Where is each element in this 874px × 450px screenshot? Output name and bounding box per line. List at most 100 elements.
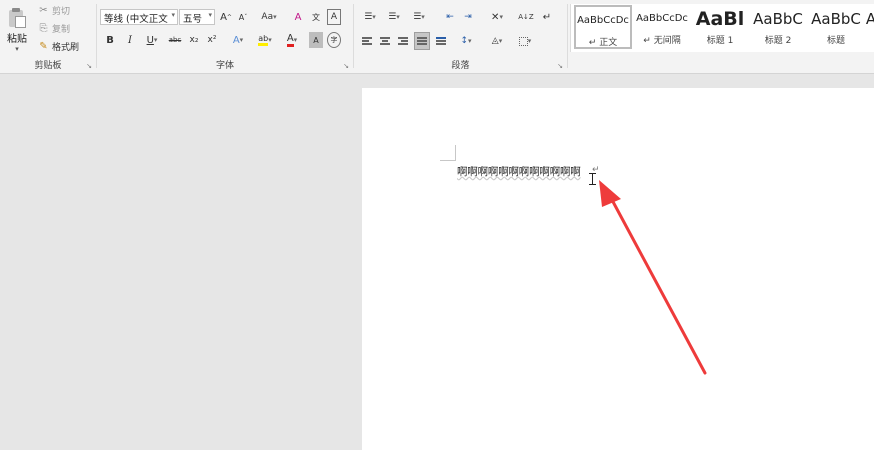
style-title[interactable]: AaBbC 标题 — [807, 5, 865, 49]
style-name: ↵ 无间隔 — [643, 36, 681, 46]
line-spacing-icon: ↕ — [460, 36, 469, 46]
font-name-combo[interactable]: 等线 (中文正文 ▾ — [100, 9, 178, 25]
style-sample: AaBl — [695, 8, 745, 30]
chevron-down-icon: ▾ — [208, 11, 212, 19]
strikethrough-icon: abc — [168, 36, 182, 44]
increase-indent-button[interactable]: ⇥ — [460, 9, 476, 25]
style-name: ↵ 正文 — [588, 38, 618, 48]
copy-label: 复制 — [52, 25, 71, 35]
numbering-icon: ☰ — [388, 12, 397, 22]
justify-button[interactable] — [414, 32, 430, 50]
superscript-button[interactable]: x² — [205, 32, 219, 48]
borders-button[interactable]: ▾ — [514, 33, 536, 49]
style-sample: AaBbC — [811, 10, 861, 28]
increase-indent-icon: ⇥ — [464, 12, 472, 22]
show-marks-button[interactable]: ↵ — [540, 9, 554, 25]
style-sample: A — [865, 10, 874, 28]
font-launcher-icon[interactable]: ↘ — [343, 62, 349, 70]
phonetic-guide-icon: 文 — [312, 12, 320, 22]
strikethrough-button[interactable]: abc — [167, 32, 183, 48]
character-shading-button[interactable]: A — [309, 32, 323, 48]
document-text[interactable]: 啊啊啊啊啊啊啊啊啊啊啊啊 — [457, 164, 581, 179]
paste-button[interactable]: 粘贴 ▾ — [4, 6, 30, 53]
numbering-button[interactable]: ☰ ▾ — [384, 9, 404, 25]
style-sample: AaBbCcDc — [577, 15, 629, 26]
decrease-indent-button[interactable]: ⇤ — [442, 9, 458, 25]
distributed-button[interactable] — [434, 33, 448, 49]
chevron-down-icon: ▾ — [171, 11, 175, 19]
grow-font-button[interactable]: A ^ — [220, 9, 232, 25]
font-name-value: 等线 (中文正文 — [104, 14, 168, 25]
borders-icon — [518, 36, 528, 46]
shrink-font-button[interactable]: Aˇ — [237, 9, 249, 25]
font-size-combo[interactable]: 五号 ▾ — [179, 9, 215, 25]
clipboard-group-label: 剪贴板 — [34, 61, 62, 71]
align-right-button[interactable] — [396, 33, 410, 49]
style-name: 标题 — [826, 36, 845, 46]
change-case-button[interactable]: Aa ▾ — [257, 9, 281, 25]
align-center-button[interactable] — [378, 33, 392, 49]
character-border-button[interactable]: A — [327, 9, 341, 25]
enclose-characters-button[interactable]: 字 — [327, 32, 341, 48]
multilevel-list-icon: ☰ — [413, 12, 422, 22]
paste-dropdown-icon[interactable]: ▾ — [4, 45, 30, 53]
underline-button[interactable]: U ▾ — [141, 32, 163, 48]
subscript-button[interactable]: x₂ — [187, 32, 201, 48]
format-painter-button[interactable]: ✎ 格式刷 — [38, 40, 79, 53]
bullets-button[interactable]: ☰ ▾ — [360, 9, 380, 25]
style-heading-1[interactable]: AaBl 标题 1 — [691, 5, 749, 49]
copy-button[interactable]: ⎘ 复制 — [38, 22, 71, 35]
copy-icon: ⎘ — [39, 23, 48, 34]
scissors-icon: ✂ — [39, 5, 48, 16]
sort-button[interactable]: A↓Z — [518, 9, 534, 25]
style-name: 标题 2 — [764, 36, 792, 46]
margin-corner-mark — [455, 145, 456, 161]
highlight-button[interactable]: ab ▾ — [254, 32, 276, 48]
underline-icon: U — [146, 34, 154, 46]
style-subtitle[interactable]: A — [865, 5, 874, 49]
shading-button[interactable]: ◬ ▾ — [486, 33, 508, 49]
clear-formatting-icon: A — [294, 11, 302, 23]
style-sample: AaBbC — [753, 10, 803, 28]
chinese-layout-icon: ✕ — [491, 11, 500, 23]
paragraph-group: ☰ ▾ ☰ ▾ ☰ ▾ ⇤ ⇥ ✕ ▾ A↓Z ↵ ↕ ▾ ◬ ▾ ▾ 段落 ↘ — [354, 0, 567, 74]
clipboard-launcher-icon[interactable]: ↘ — [86, 62, 92, 70]
line-spacing-button[interactable]: ↕ ▾ — [456, 33, 476, 49]
grow-font-icon: A — [220, 11, 227, 23]
cut-button[interactable]: ✂ 剪切 — [38, 4, 70, 17]
bold-button[interactable]: B — [103, 32, 117, 48]
multilevel-list-button[interactable]: ☰ ▾ — [408, 9, 430, 25]
document-page[interactable] — [362, 88, 874, 450]
superscript-icon: x² — [207, 35, 217, 45]
font-color-button[interactable]: A ▾ — [281, 32, 303, 48]
phonetic-guide-button[interactable]: 文 — [309, 9, 323, 25]
font-size-value: 五号 — [183, 14, 203, 25]
paragraph-launcher-icon[interactable]: ↘ — [557, 62, 563, 70]
paste-icon — [7, 8, 27, 28]
align-right-icon — [398, 36, 408, 47]
style-sample: AaBbCcDc — [636, 13, 688, 24]
group-divider — [567, 4, 568, 68]
text-cursor-icon — [589, 173, 596, 185]
text-effects-button[interactable]: A ▾ — [228, 32, 248, 48]
style-no-spacing[interactable]: AaBbCcDc ↵ 无间隔 — [633, 5, 691, 49]
decrease-indent-icon: ⇤ — [446, 12, 454, 22]
chinese-layout-button[interactable]: ✕ ▾ — [486, 9, 508, 25]
bold-icon: B — [106, 34, 114, 46]
align-left-icon — [362, 36, 372, 47]
italic-icon: I — [128, 34, 132, 46]
text-effects-icon: A — [232, 34, 240, 46]
bullets-icon: ☰ — [364, 12, 373, 22]
font-group-label: 字体 — [215, 61, 234, 71]
character-shading-icon: A — [313, 35, 319, 45]
align-left-button[interactable] — [360, 33, 374, 49]
change-case-icon: Aa — [261, 12, 274, 22]
style-heading-2[interactable]: AaBbC 标题 2 — [749, 5, 807, 49]
align-center-icon — [380, 36, 390, 47]
paint-bucket-icon: ◬ — [491, 36, 499, 46]
clear-formatting-button[interactable]: A — [291, 9, 305, 25]
style-normal[interactable]: AaBbCcDc ↵ 正文 — [574, 5, 632, 49]
enclose-characters-icon: 字 — [330, 36, 338, 44]
italic-button[interactable]: I — [123, 32, 137, 48]
highlight-icon: ab — [258, 34, 269, 46]
